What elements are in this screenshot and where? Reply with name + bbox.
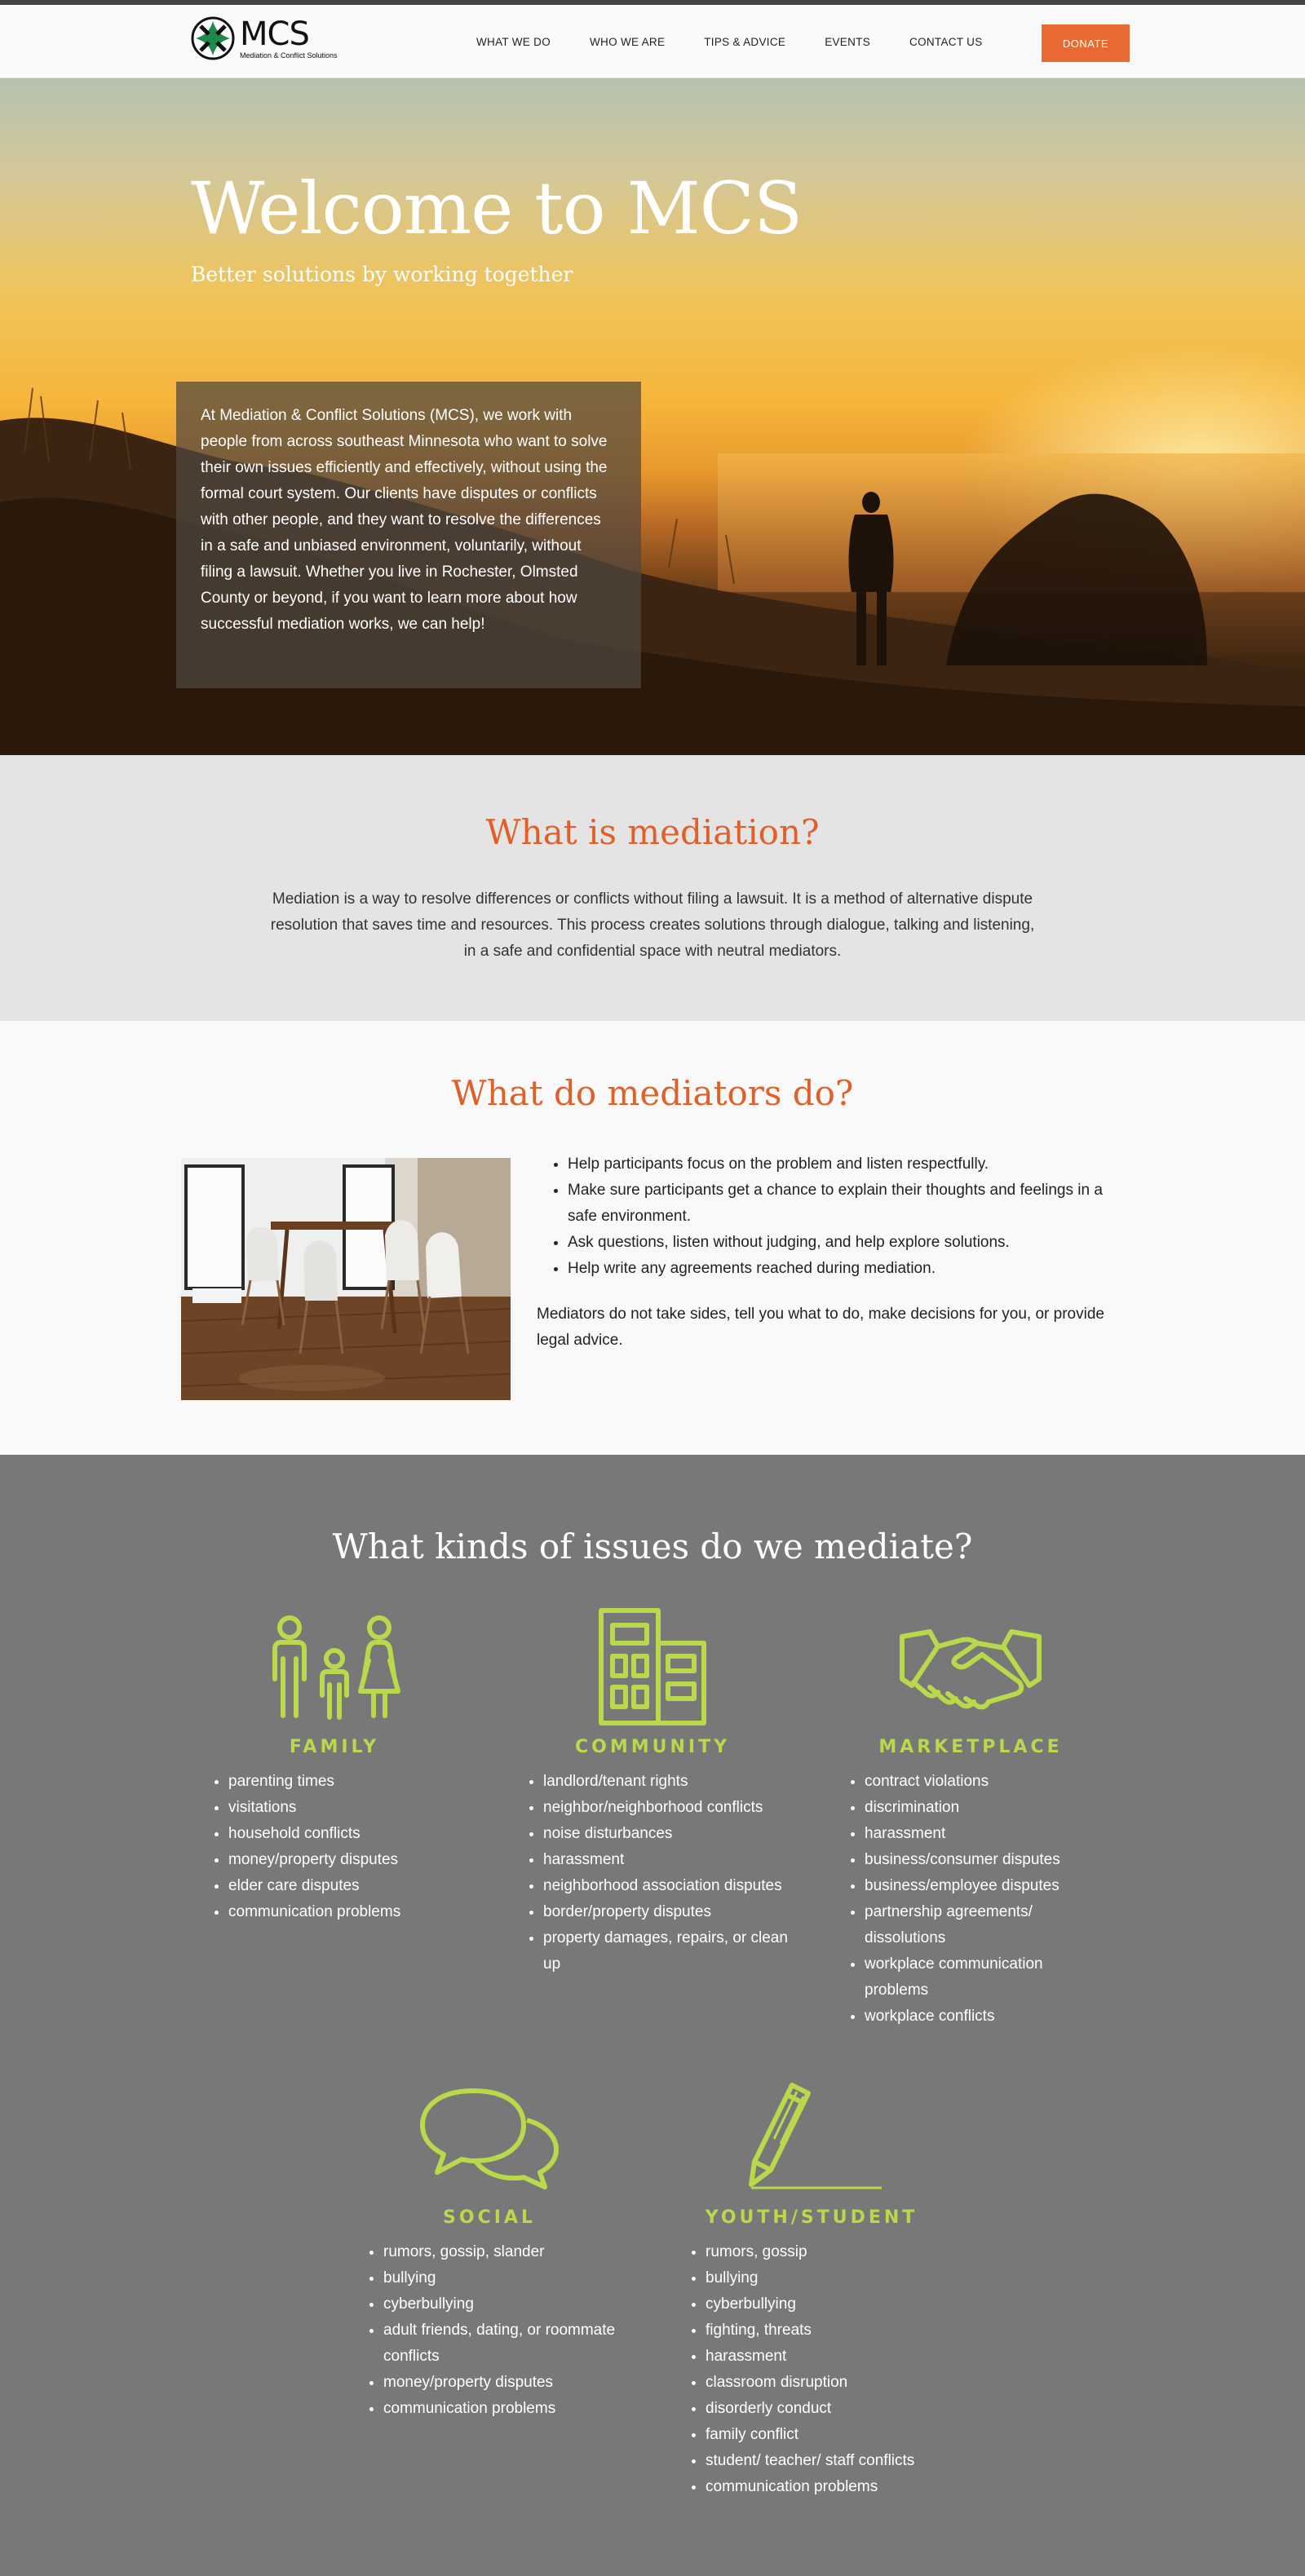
list-item: disorderly conduct <box>706 2396 950 2422</box>
issue-youth-student: YOUTH/STUDENT rumors, gossip bullying cy… <box>673 2072 950 2500</box>
list-item: family conflict <box>706 2422 950 2448</box>
mediation-text: Mediation is a way to resolve difference… <box>270 890 1035 960</box>
list-item: cyberbullying <box>383 2291 628 2318</box>
list-item: communication problems <box>383 2396 628 2422</box>
hero-intro-box: At Mediation & Conflict Solutions (MCS),… <box>176 382 641 688</box>
nav-what-we-do[interactable]: WHAT WE DO <box>476 36 551 48</box>
list-item: elder care disputes <box>228 1873 473 1899</box>
list-item: contract violations <box>865 1769 1109 1795</box>
list-item: Help participants focus on the problem a… <box>568 1151 1108 1178</box>
list-item: adult friends, dating, or roommate confl… <box>383 2318 628 2370</box>
what-is-mediation-section: What is mediation? Mediation is a way to… <box>0 755 1305 1021</box>
list-item: border/property disputes <box>543 1899 791 1925</box>
main-nav: WHAT WE DO WHO WE ARE TIPS & ADVICE EVEN… <box>476 5 1022 78</box>
list-item: money/property disputes <box>383 2370 628 2396</box>
hero-intro-text: At Mediation & Conflict Solutions (MCS),… <box>201 407 608 633</box>
issue-heading-youth-student: YOUTH/STUDENT <box>705 2207 918 2228</box>
nav-tips-advice[interactable]: TIPS & ADVICE <box>704 36 785 48</box>
list-item: neighborhood association disputes <box>543 1873 791 1899</box>
list-item: harassment <box>865 1821 1109 1847</box>
list-item: discrimination <box>865 1795 1109 1821</box>
hero-title: Welcome to MCS <box>191 166 803 250</box>
list-item: classroom disruption <box>706 2370 950 2396</box>
issue-heading-community: COMMUNITY <box>574 1737 731 1757</box>
list-item: noise disturbances <box>543 1821 791 1847</box>
list-item: workplace communication problems <box>865 1951 1109 2004</box>
list-item: Ask questions, listen without judging, a… <box>568 1230 1108 1256</box>
issue-heading-family: FAMILY <box>289 1737 380 1757</box>
list-item: harassment <box>543 1847 791 1873</box>
issue-marketplace: MARKETPLACE contract violations discrimi… <box>832 1602 1109 2030</box>
nav-events[interactable]: EVENTS <box>825 36 870 48</box>
buildings-icon <box>599 1608 706 1725</box>
logo-mark-icon <box>191 16 235 60</box>
issue-family: FAMILY parenting times visitations house… <box>196 1602 473 1925</box>
list-item: money/property disputes <box>228 1847 473 1873</box>
issue-social: SOCIAL rumors, gossip, slander bullying … <box>351 2072 628 2422</box>
logo-tagline: Mediation & Conflict Solutions <box>240 51 338 60</box>
list-item: landlord/tenant rights <box>543 1769 791 1795</box>
issues-section: What kinds of issues do we mediate? FAMI… <box>0 1455 1305 2576</box>
list-item: workplace conflicts <box>865 2004 1109 2030</box>
issue-heading-social: SOCIAL <box>443 2207 536 2228</box>
mediators-list: Help participants focus on the problem a… <box>537 1151 1108 1282</box>
handshake-icon <box>900 1629 1042 1710</box>
issues-title: What kinds of issues do we mediate? <box>332 1527 973 1566</box>
list-item: Make sure participants get a chance to e… <box>568 1178 1108 1230</box>
list-item: bullying <box>383 2265 628 2291</box>
site-header: MCS Mediation & Conflict Solutions WHAT … <box>0 5 1305 78</box>
speech-bubbles-icon <box>420 2088 559 2189</box>
list-item: rumors, gossip, slander <box>383 2239 628 2265</box>
pencil-icon <box>749 2083 882 2189</box>
hero-section: Welcome to MCS Better solutions by worki… <box>0 78 1305 755</box>
mediators-content: Help participants focus on the problem a… <box>537 1151 1108 1354</box>
list-item: communication problems <box>706 2474 950 2500</box>
logo[interactable]: MCS Mediation & Conflict Solutions <box>191 16 338 60</box>
list-item: visitations <box>228 1795 473 1821</box>
issue-community: COMMUNITY landlord/tenant rights neighbo… <box>514 1602 791 1977</box>
mediation-title: What is mediation? <box>485 812 820 852</box>
list-item: partnership agreements/ dissolutions <box>865 1899 1109 1951</box>
what-mediators-do-section: What do mediators do? • Help participant… <box>0 1021 1305 1455</box>
list-item: communication problems <box>228 1899 473 1925</box>
list-item: household conflicts <box>228 1821 473 1847</box>
nav-who-we-are[interactable]: WHO WE ARE <box>590 36 665 48</box>
list-item: fighting, threats <box>706 2318 950 2344</box>
list-item: Help write any agreements reached during… <box>568 1256 1108 1282</box>
logo-name: MCS <box>240 15 310 53</box>
list-item: business/employee disputes <box>865 1873 1109 1899</box>
meeting-room-photo <box>181 1158 511 1400</box>
list-item: property damages, repairs, or clean up <box>543 1925 791 1977</box>
list-item: bullying <box>706 2265 950 2291</box>
mediators-note: Mediators do not take sides, tell you wh… <box>537 1306 1104 1349</box>
donate-button[interactable]: DONATE <box>1042 24 1130 62</box>
hero-subtitle: Better solutions by working together <box>191 263 573 286</box>
list-item: neighbor/neighborhood conflicts <box>543 1795 791 1821</box>
list-item: business/consumer disputes <box>865 1847 1109 1873</box>
list-item: harassment <box>706 2344 950 2370</box>
list-item: rumors, gossip <box>706 2239 950 2265</box>
nav-contact-us[interactable]: CONTACT US <box>909 36 983 48</box>
list-item: parenting times <box>228 1769 473 1795</box>
list-item: cyberbullying <box>706 2291 950 2318</box>
list-item: student/ teacher/ staff conflicts <box>706 2448 950 2474</box>
mediators-title: What do mediators do? <box>451 1073 854 1113</box>
issue-heading-marketplace: MARKETPLACE <box>878 1737 1063 1757</box>
family-icon <box>272 1615 400 1720</box>
